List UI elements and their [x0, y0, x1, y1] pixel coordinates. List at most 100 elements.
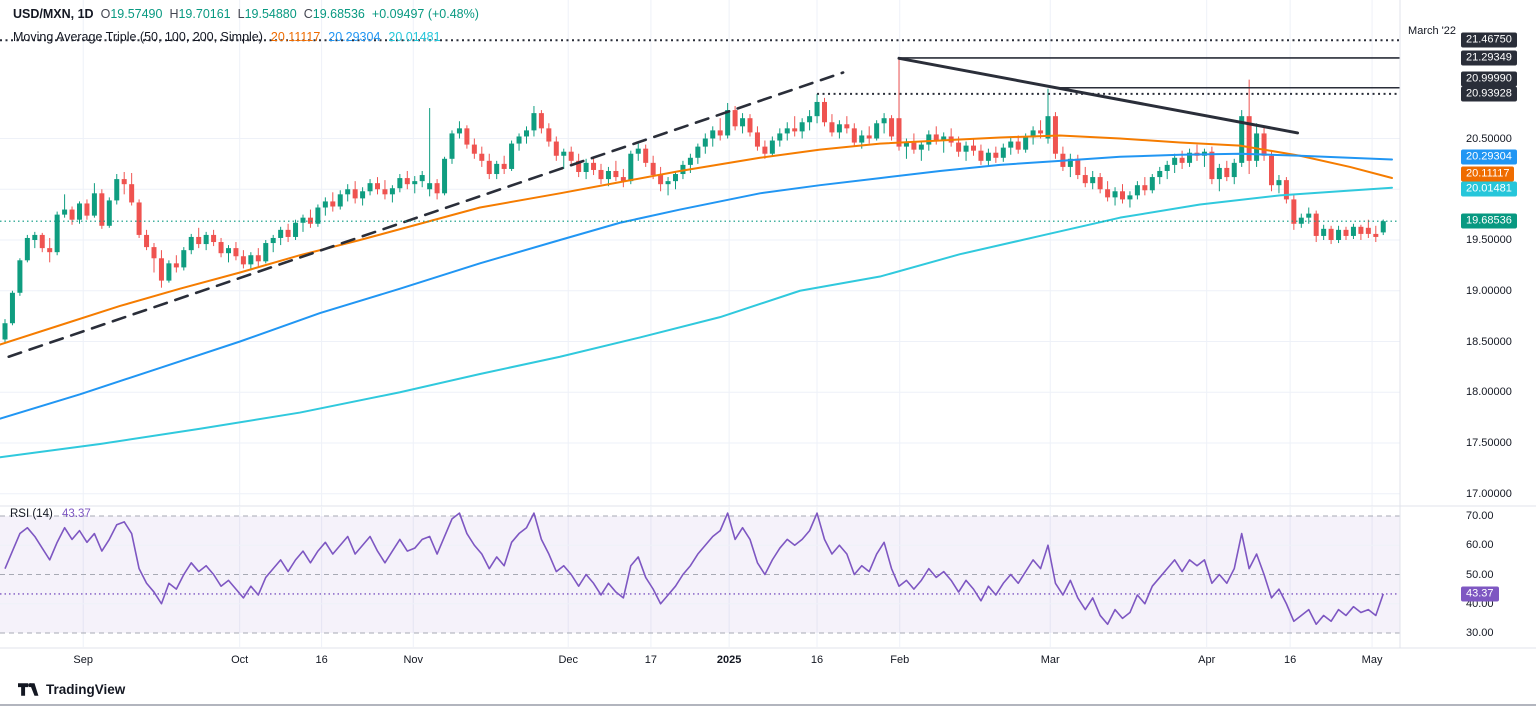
candle-body	[1269, 156, 1274, 185]
time-axis-label[interactable]: Dec	[558, 654, 578, 666]
candle-body	[867, 135, 872, 138]
candle-body	[956, 143, 961, 152]
time-axis-label[interactable]: 16	[1284, 654, 1296, 666]
candle-body	[688, 158, 693, 165]
rsi-axis-label: 70.00	[1466, 510, 1494, 522]
candle-body	[546, 128, 551, 141]
ohlc-value: 19.70161	[178, 7, 230, 21]
candle-body	[442, 159, 447, 194]
candle-body	[1232, 163, 1237, 177]
candle-body	[1217, 168, 1222, 179]
candle-body	[10, 293, 15, 323]
candle-body	[852, 128, 857, 142]
price-axis-label: 17.00000	[1466, 488, 1512, 500]
time-axis-label[interactable]: Apr	[1198, 654, 1215, 666]
candle-body	[233, 248, 238, 256]
time-axis-label[interactable]: 17	[645, 654, 657, 666]
chart-canvas[interactable]	[0, 0, 1536, 706]
candle-body	[733, 110, 738, 126]
candle-body	[1150, 177, 1155, 190]
candle-body	[464, 128, 469, 144]
candle-body	[695, 147, 700, 158]
candle-body	[226, 248, 231, 253]
indicator-ma-value: 20.01481	[388, 30, 440, 44]
candle-body	[77, 203, 82, 219]
tradingview-chart-app: USD/MXN, 1DO19.57490H19.70161L19.54880C1…	[0, 0, 1536, 706]
candle-body	[1351, 227, 1356, 236]
candle-body	[785, 128, 790, 133]
time-axis-label[interactable]: Sep	[73, 654, 93, 666]
candle-body	[934, 134, 939, 140]
candle-body	[1157, 171, 1162, 177]
symbol-header: USD/MXN, 1DO19.57490H19.70161L19.54880C1…	[13, 7, 479, 21]
tradingview-logo-text: TradingView	[46, 682, 125, 697]
candle-body	[390, 188, 395, 194]
candle-body	[107, 200, 112, 225]
price-axis-badge: 20.93928	[1461, 86, 1517, 101]
rsi-axis-label: 60.00	[1466, 539, 1494, 551]
candle-body	[777, 133, 782, 140]
candle-body	[807, 116, 812, 122]
candle-body	[1284, 180, 1289, 199]
candle-body	[643, 149, 648, 163]
candle-body	[1224, 168, 1229, 177]
candle-body	[584, 163, 589, 172]
ohlc-value: 19.68536	[313, 7, 365, 21]
candle-body	[487, 161, 492, 174]
candle-body	[1172, 158, 1177, 165]
ma-100-line	[0, 154, 1392, 419]
dashed-trendline	[9, 73, 843, 357]
price-axis-label: 19.00000	[1466, 285, 1512, 297]
candle-body	[844, 124, 849, 128]
candle-body	[1001, 148, 1006, 158]
candle-body	[666, 181, 671, 184]
candle-body	[1358, 227, 1363, 234]
candle-body	[762, 147, 767, 154]
candle-body	[986, 153, 991, 161]
candle-body	[889, 118, 894, 136]
price-axis-badge: 20.99990	[1461, 71, 1517, 86]
candle-body	[509, 144, 514, 169]
rsi-axis-label: 50.00	[1466, 569, 1494, 581]
candle-body	[718, 130, 723, 135]
ohlc-key: O	[101, 7, 111, 21]
candle-body	[651, 163, 656, 175]
candle-body	[450, 133, 455, 158]
candle-body	[673, 174, 678, 181]
candle-body	[725, 110, 730, 135]
tradingview-logo[interactable]: TradingView	[18, 682, 125, 697]
candle-body	[159, 258, 164, 280]
candle-body	[211, 235, 216, 242]
candle-body	[427, 183, 432, 189]
candle-body	[181, 250, 186, 267]
time-axis-label[interactable]: 2025	[717, 654, 741, 666]
candle-body	[137, 202, 142, 234]
candle-body	[412, 181, 417, 184]
candle-body	[241, 256, 246, 264]
candle-body	[1008, 142, 1013, 148]
time-axis-label[interactable]: 16	[316, 654, 328, 666]
candle-body	[152, 247, 157, 258]
ma-200-line	[0, 188, 1392, 457]
rsi-current-value: 43.37	[62, 508, 91, 520]
candle-body	[271, 238, 276, 243]
time-axis-label[interactable]: 16	[811, 654, 823, 666]
candle-body	[531, 113, 536, 130]
time-axis-label[interactable]: Feb	[890, 654, 909, 666]
time-axis-label[interactable]: Mar	[1041, 654, 1060, 666]
rsi-title[interactable]: RSI	[10, 508, 29, 520]
candle-body	[837, 124, 842, 132]
candle-body	[1090, 177, 1095, 183]
candle-body	[330, 201, 335, 206]
symbol-title[interactable]: USD/MXN, 1D	[13, 7, 94, 21]
candle-body	[829, 122, 834, 132]
indicator-title[interactable]: Moving Average Triple (50, 100, 200, Sim…	[13, 30, 263, 44]
candle-body	[1113, 191, 1118, 197]
time-axis-label[interactable]: Nov	[403, 654, 423, 666]
candle-body	[1023, 137, 1028, 149]
candle-body	[144, 235, 149, 247]
candle-body	[1321, 229, 1326, 236]
rsi-axis-label: 30.00	[1466, 627, 1494, 639]
time-axis-label[interactable]: Oct	[231, 654, 248, 666]
time-axis-label[interactable]: May	[1362, 654, 1383, 666]
